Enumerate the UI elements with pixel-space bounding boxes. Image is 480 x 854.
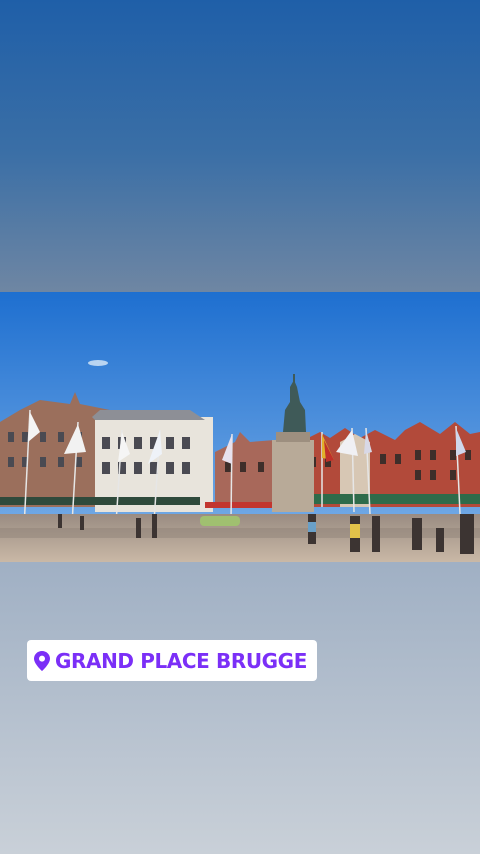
location-label: GRAND PLACE BRUGGE: [55, 648, 307, 673]
location-sticker[interactable]: GRAND PLACE BRUGGE: [27, 640, 317, 681]
location-pin-icon: [34, 650, 50, 671]
market-square-photo: [0, 292, 480, 562]
story-frame: GRAND PLACE BRUGGE: [0, 0, 480, 854]
